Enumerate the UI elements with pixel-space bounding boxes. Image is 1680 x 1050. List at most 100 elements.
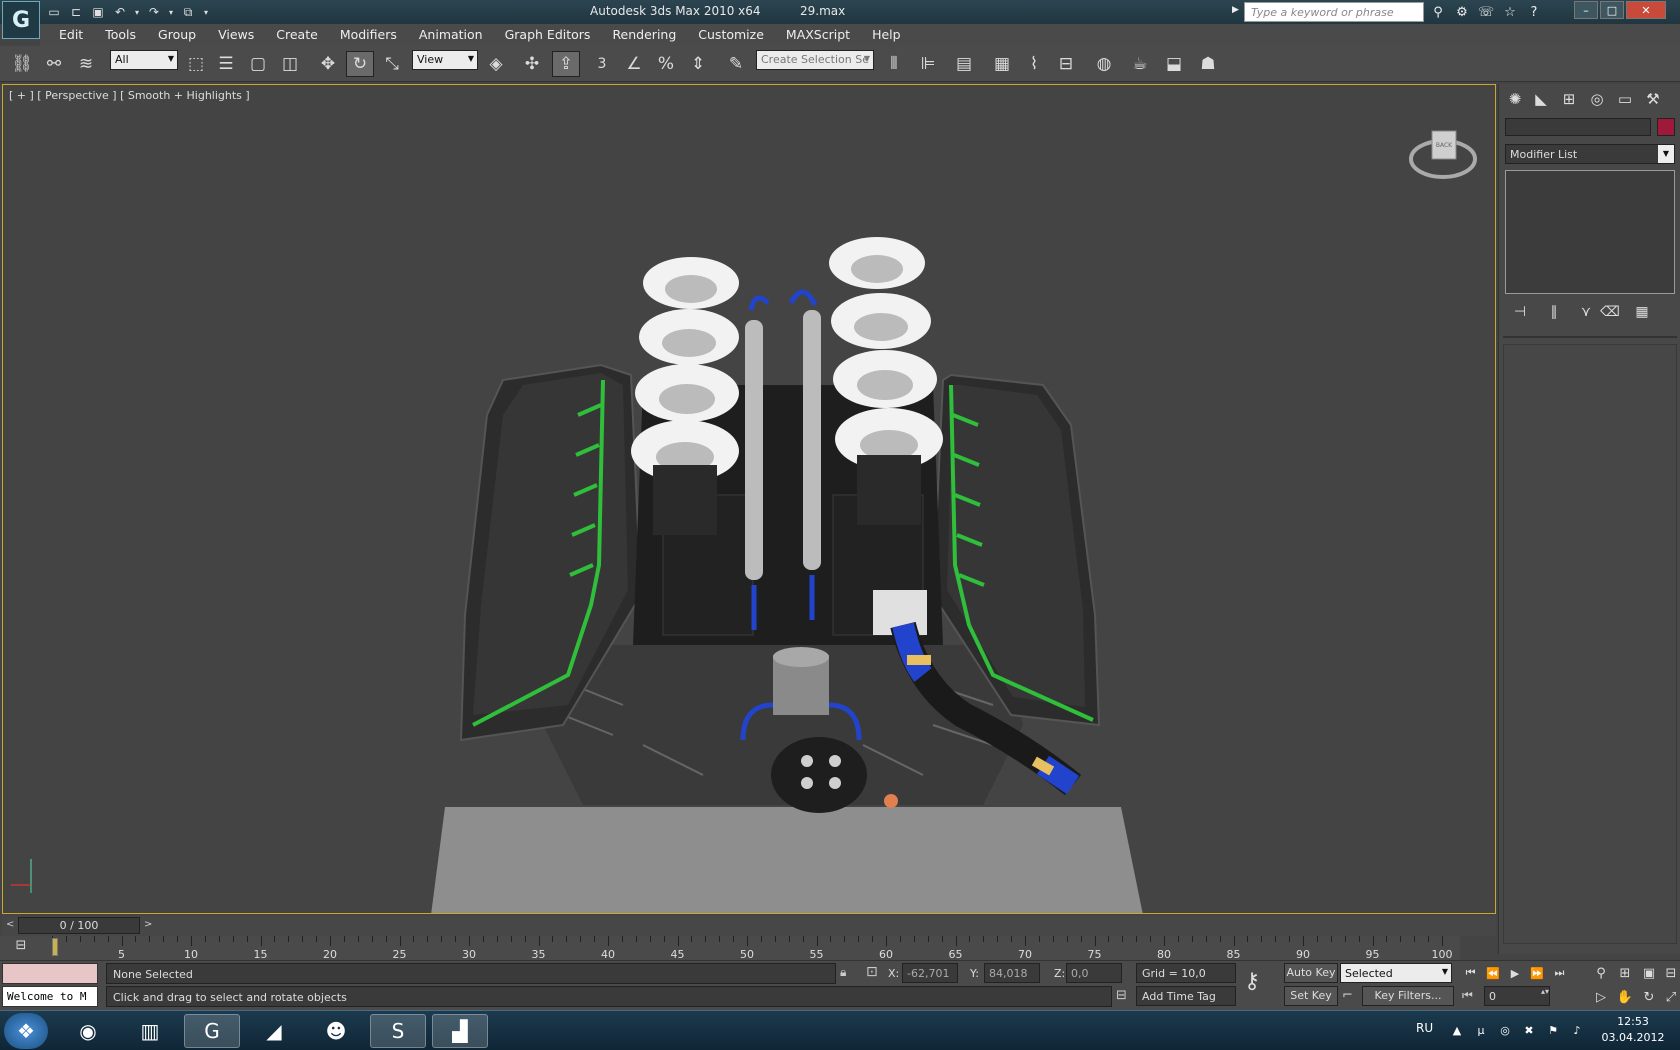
display-tab-icon[interactable]: ▭ [1613, 88, 1637, 110]
menu-graph-editors[interactable]: Graph Editors [494, 24, 602, 46]
set-key-button[interactable]: Set Key [1284, 986, 1338, 1006]
menu-group[interactable]: Group [147, 24, 207, 46]
spinner-snap-icon[interactable]: ⇕ [684, 51, 712, 77]
modifier-stack[interactable] [1505, 170, 1675, 294]
maxscript-mini-listener-input[interactable]: Welcome to M [2, 986, 98, 1007]
z-coordinate-field[interactable]: 0,0 [1066, 963, 1122, 983]
binoculars-icon[interactable]: ⚲ [1428, 3, 1448, 21]
go-to-start-icon[interactable]: ⏮ [1460, 963, 1481, 983]
tray-network-icon[interactable]: ✖ [1520, 1021, 1538, 1039]
select-and-move-icon[interactable]: ✥ [314, 51, 342, 77]
pan-hand-icon[interactable]: ✋ [1614, 987, 1636, 1007]
undo-dropdown-icon[interactable]: ▾ [132, 3, 142, 21]
edit-named-selection-icon[interactable]: ✎ [722, 51, 750, 77]
tray-expand-icon[interactable]: ▲ [1448, 1021, 1466, 1039]
track-bar-ruler[interactable]: 5 10 15 20 25 30 35 40 45 50 55 60 65 70 75 80 85 90 95 100 [52, 936, 1453, 961]
taskbar-chrome-icon[interactable]: ◉ [60, 1014, 116, 1048]
time-slider-thumb[interactable]: 0 / 100 [18, 917, 140, 934]
favorites-star-icon[interactable]: ☆ [1500, 3, 1520, 21]
time-tag-icon[interactable]: ⊟ [1116, 988, 1127, 1003]
material-editor-icon[interactable]: ◍ [1090, 51, 1118, 77]
previous-frame-icon[interactable]: ⏪ [1482, 963, 1503, 983]
selection-lock-icon[interactable]: 🔒︎ [840, 965, 846, 980]
reference-coordinate-dropdown[interactable]: View [412, 50, 478, 70]
make-unique-icon[interactable]: ⋎ [1575, 302, 1597, 322]
curve-editor-icon[interactable]: ⌇ [1020, 51, 1048, 77]
time-slider-next-button[interactable]: > [144, 919, 152, 930]
pivot-center-icon[interactable]: ◈ [482, 51, 510, 77]
percent-snap-icon[interactable]: % [652, 51, 680, 77]
menu-edit[interactable]: Edit [48, 24, 94, 46]
unlink-icon[interactable]: ⚯ [40, 51, 68, 77]
menu-customize[interactable]: Customize [687, 24, 775, 46]
save-file-icon[interactable]: ▣ [88, 3, 108, 21]
viewcube[interactable]: BACK [1408, 115, 1478, 185]
maximize-button[interactable]: □ [1600, 1, 1624, 19]
select-object-icon[interactable]: ⬚ [182, 51, 210, 77]
snaps-toggle-icon[interactable]: 3 [588, 51, 616, 77]
menu-tools[interactable]: Tools [94, 24, 147, 46]
selection-filter-dropdown[interactable]: All [110, 50, 178, 70]
time-slider[interactable]: < 0 / 100 > [2, 916, 1496, 936]
menu-create[interactable]: Create [265, 24, 329, 46]
taskbar-clock[interactable]: 12:53 03.04.2012 [1598, 1014, 1668, 1046]
taskbar-app-icon[interactable]: ▟ [432, 1014, 488, 1048]
graphite-ribbon-icon[interactable]: ▦ [988, 51, 1016, 77]
taskbar-avatar-app-icon[interactable]: ☻ [308, 1014, 364, 1048]
select-and-manipulate-icon[interactable]: ✣ [518, 51, 546, 77]
keyboard-shortcut-override-icon[interactable]: ⇪ [552, 51, 580, 77]
engine-model[interactable] [3, 85, 1496, 914]
field-of-view-icon[interactable]: ▷ [1590, 987, 1612, 1007]
show-end-result-icon[interactable]: ∥ [1543, 302, 1565, 322]
communication-icon[interactable]: ☏ [1476, 3, 1496, 21]
time-slider-prev-button[interactable]: < [6, 919, 14, 930]
motion-tab-icon[interactable]: ◎ [1585, 88, 1609, 110]
track-bar[interactable]: ⊟ 5 10 15 20 25 30 35 40 45 50 55 60 65 70 75 80 85 90 95 1… [0, 936, 1460, 961]
new-file-icon[interactable]: ▭ [44, 3, 64, 21]
menu-views[interactable]: Views [207, 24, 265, 46]
key-filters-button[interactable]: Key Filters... [1362, 986, 1454, 1006]
key-mode-toggle-icon[interactable]: ⏮ [1462, 988, 1473, 1003]
select-by-name-icon[interactable]: ☰ [212, 51, 240, 77]
hierarchy-tab-icon[interactable]: ⊞ [1557, 88, 1581, 110]
schematic-view-icon[interactable]: ⊟ [1052, 51, 1080, 77]
search-expand-icon[interactable]: ▶ [1232, 5, 1239, 15]
named-selection-sets-dropdown[interactable]: Create Selection Se [756, 50, 874, 70]
perspective-viewport[interactable]: [ + ] [ Perspective ] [ Smooth + Highlig… [2, 84, 1496, 914]
menu-maxscript[interactable]: MAXScript [775, 24, 861, 46]
quick-render-icon[interactable]: ☗ [1194, 51, 1222, 77]
windows-start-button[interactable]: ❖ [4, 1013, 48, 1049]
default-in-out-tangents-icon[interactable]: ⌐ [1342, 988, 1353, 1003]
rollout-area[interactable] [1503, 344, 1677, 944]
object-name-field[interactable] [1505, 118, 1651, 136]
auto-key-button[interactable]: Auto Key [1284, 963, 1338, 983]
bind-to-space-warp-icon[interactable]: ≋ [72, 51, 100, 77]
menu-modifiers[interactable]: Modifiers [329, 24, 408, 46]
object-color-swatch[interactable] [1657, 118, 1675, 136]
zoom-extents-icon[interactable]: ▣ [1638, 963, 1660, 983]
current-frame-marker[interactable] [52, 938, 58, 956]
mini-curve-editor-icon[interactable]: ⊟ [10, 938, 32, 956]
tray-action-center-icon[interactable]: ⚑ [1544, 1021, 1562, 1039]
create-tab-icon[interactable]: ✺ [1503, 88, 1527, 110]
layer-manager-icon[interactable]: ▤ [950, 51, 978, 77]
align-icon[interactable]: ⊫ [914, 51, 942, 77]
select-and-link-icon[interactable]: ⛓ [8, 51, 36, 77]
search-input[interactable]: Type a keyword or phrase [1244, 2, 1424, 22]
y-coordinate-field[interactable]: 84,018 [984, 963, 1040, 983]
menu-rendering[interactable]: Rendering [601, 24, 687, 46]
pin-stack-icon[interactable]: ⊣ [1509, 302, 1531, 322]
project-folder-icon[interactable]: ⧉ [178, 3, 198, 21]
mirror-icon[interactable]: ⫴ [880, 51, 908, 77]
absolute-mode-transform-icon[interactable]: ⊡ [866, 964, 878, 980]
modify-tab-icon[interactable]: ◣ [1529, 88, 1553, 110]
menu-help[interactable]: Help [861, 24, 912, 46]
keyboard-language[interactable]: RU [1416, 1021, 1433, 1035]
select-and-scale-icon[interactable]: ⤡ [378, 51, 406, 77]
zoom-extents-all-icon[interactable]: ⊟ [1660, 963, 1680, 983]
render-setup-icon[interactable]: ☕ [1126, 51, 1154, 77]
tray-volume-icon[interactable]: ♪ [1568, 1021, 1586, 1039]
zoom-all-icon[interactable]: ⊞ [1614, 963, 1636, 983]
taskbar-3dsmax-icon[interactable]: G [184, 1014, 240, 1048]
tray-app-icon[interactable]: ◎ [1496, 1021, 1514, 1039]
